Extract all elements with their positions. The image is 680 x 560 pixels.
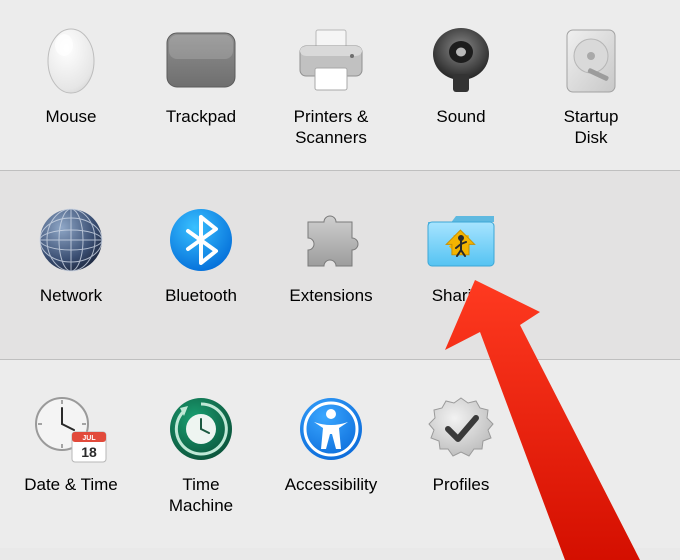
mouse-icon <box>32 22 110 100</box>
time-machine-icon <box>162 390 240 468</box>
pref-label: Extensions <box>289 285 372 329</box>
pref-sharing[interactable]: Sharing <box>396 201 526 329</box>
profiles-badge-icon <box>422 390 500 468</box>
prefs-row-2: Network Bluetooth <box>0 171 680 359</box>
pref-label: Time Machine <box>169 474 233 518</box>
pref-label: Profiles <box>433 474 490 518</box>
accessibility-icon <box>292 390 370 468</box>
pref-sound[interactable]: Sound <box>396 22 526 150</box>
speaker-icon <box>422 22 500 100</box>
pref-label: Printers & Scanners <box>294 106 369 150</box>
pref-printers-scanners[interactable]: Printers & Scanners <box>266 22 396 150</box>
svg-text:18: 18 <box>81 444 97 460</box>
pref-startup-disk[interactable]: Startup Disk <box>526 22 656 150</box>
svg-text:JUL: JUL <box>82 435 96 442</box>
pref-bluetooth[interactable]: Bluetooth <box>136 201 266 329</box>
puzzle-piece-icon <box>292 201 370 279</box>
pref-date-time[interactable]: JUL 18 Date & Time <box>6 390 136 518</box>
bluetooth-icon <box>162 201 240 279</box>
trackpad-icon <box>162 22 240 100</box>
pref-label: Trackpad <box>166 106 236 150</box>
printer-icon <box>292 22 370 100</box>
sharing-folder-icon <box>422 201 500 279</box>
pref-profiles[interactable]: Profiles <box>396 390 526 518</box>
prefs-row-3: JUL 18 Date & Time <box>0 360 680 548</box>
pref-extensions[interactable]: Extensions <box>266 201 396 329</box>
pref-network[interactable]: Network <box>6 201 136 329</box>
network-globe-icon <box>32 201 110 279</box>
pref-label: Sharing <box>432 285 491 329</box>
pref-label: Mouse <box>45 106 96 150</box>
prefs-row-1: Mouse Trackpad <box>0 0 680 170</box>
pref-time-machine[interactable]: Time Machine <box>136 390 266 518</box>
pref-label: Sound <box>436 106 485 150</box>
pref-accessibility[interactable]: Accessibility <box>266 390 396 518</box>
pref-label: Network <box>40 285 102 329</box>
pref-label: Bluetooth <box>165 285 237 329</box>
pref-mouse[interactable]: Mouse <box>6 22 136 150</box>
pref-label: Date & Time <box>24 474 118 518</box>
clock-calendar-icon: JUL 18 <box>32 390 110 468</box>
pref-label: Accessibility <box>285 474 378 518</box>
hard-drive-icon <box>552 22 630 100</box>
pref-trackpad[interactable]: Trackpad <box>136 22 266 150</box>
pref-label: Startup Disk <box>564 106 619 150</box>
